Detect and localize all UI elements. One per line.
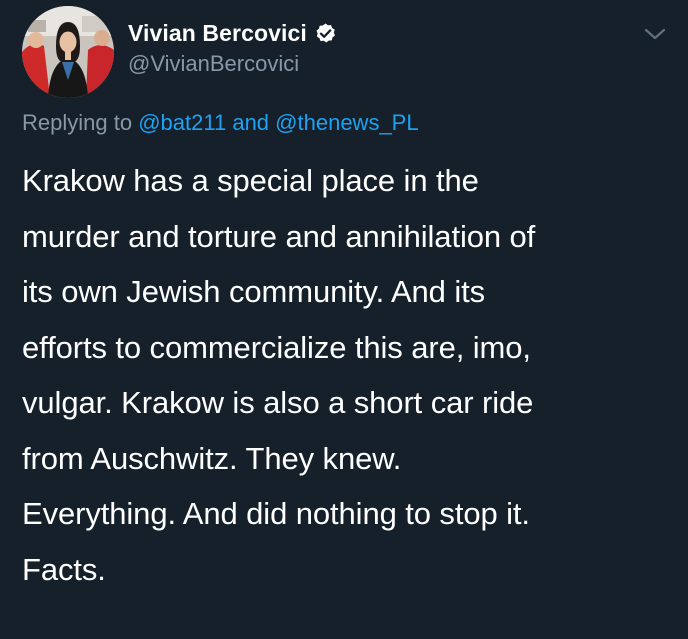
tweet-card: Vivian Bercovici @VivianBercovici Replyi… xyxy=(0,0,688,639)
author-handle[interactable]: @VivianBercovici xyxy=(128,51,337,77)
display-name-row: Vivian Bercovici xyxy=(128,20,337,47)
mention-link-bat211[interactable]: @bat211 xyxy=(138,110,226,135)
replying-prefix: Replying to xyxy=(22,110,133,135)
avatar-image xyxy=(22,6,114,98)
verified-badge-icon xyxy=(314,22,337,45)
author-names: Vivian Bercovici @VivianBercovici xyxy=(128,20,337,77)
tweet-text-line: Facts. xyxy=(22,551,106,587)
tweet-text-line: its own Jewish community. And its xyxy=(22,274,486,309)
display-name[interactable]: Vivian Bercovici xyxy=(128,20,307,47)
tweet-text-line: from Auschwitz. They knew. xyxy=(22,440,402,476)
chevron-down-icon[interactable] xyxy=(644,27,666,41)
tweet-header: Vivian Bercovici @VivianBercovici xyxy=(22,6,337,98)
mention-link-thenews-pl[interactable]: @thenews_PL xyxy=(275,110,418,135)
tweet-text-line: Everything. And did nothing to stop it. xyxy=(22,496,530,531)
tweet-text-line: vulgar. Krakow is also a short car ride xyxy=(22,385,534,420)
avatar[interactable] xyxy=(22,6,114,98)
replying-to-line: Replying to @bat211 and @thenews_PL xyxy=(22,110,419,136)
tweet-text: Krakow has a special place in the murder… xyxy=(22,153,672,597)
tweet-text-line: murder and torture and annihilation of xyxy=(22,218,536,254)
replying-joiner: and xyxy=(232,110,270,135)
tweet-text-line: efforts to commercialize this are, imo, xyxy=(22,329,531,365)
tweet-text-line: Krakow has a special place in the xyxy=(22,163,479,198)
